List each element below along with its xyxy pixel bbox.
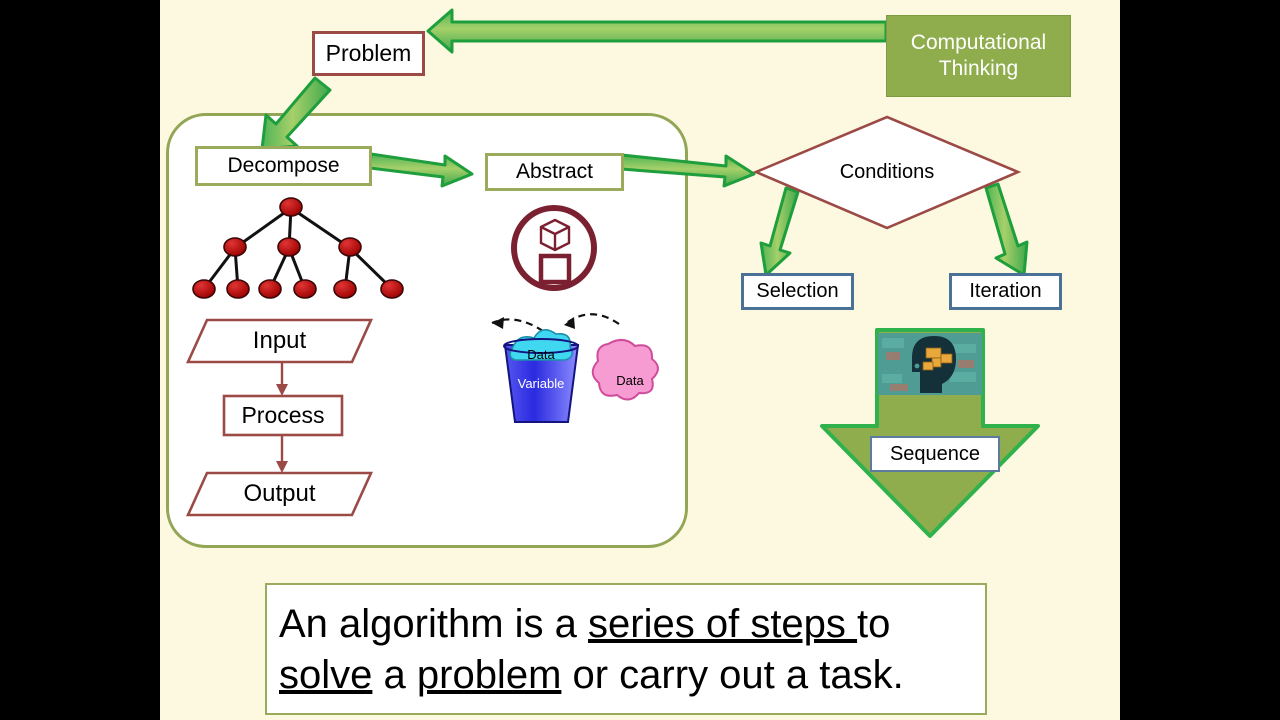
conditions-label: Conditions — [839, 160, 935, 183]
node-iteration[interactable]: Iteration — [949, 273, 1062, 310]
node-abstract[interactable]: Abstract — [485, 153, 624, 191]
sequence-label: Sequence — [889, 442, 981, 465]
node-problem[interactable]: Problem — [312, 31, 425, 76]
flowchart-process-label-wrap[interactable]: Process — [224, 396, 342, 435]
process-label: Process — [241, 402, 325, 428]
input-label: Input — [252, 327, 307, 354]
statement-underline3: problem — [416, 653, 562, 698]
output-label: Output — [243, 480, 316, 507]
sequence-down-arrow — [820, 328, 1040, 538]
iteration-label: Iteration — [969, 280, 1042, 302]
statement-part3: a — [372, 653, 417, 698]
letterbox-right — [1120, 0, 1280, 720]
slide-stage: Data Variable Data Computational Thinkin… — [0, 0, 1280, 720]
arrow-conditions-to-iteration — [984, 182, 1029, 277]
arrow-ct-to-problem — [426, 8, 888, 54]
statement-part1: An algorithm is a — [279, 602, 589, 646]
node-selection[interactable]: Selection — [741, 273, 854, 310]
statement-underline2: solve — [279, 653, 373, 698]
ct-label-line2: Thinking — [938, 57, 1019, 80]
abstract-label: Abstract — [515, 160, 594, 183]
node-sequence[interactable]: Sequence — [870, 436, 1000, 472]
arrow-conditions-to-selection — [759, 186, 800, 277]
statement-underline1: series of steps — [588, 602, 858, 646]
decompose-label: Decompose — [227, 154, 340, 177]
ct-label-line1: Computational — [910, 30, 1047, 54]
statement-part4: or carry out a task. — [561, 653, 904, 698]
conditions-label-wrap[interactable]: Conditions — [756, 158, 1018, 186]
slide-canvas: Data Variable Data Computational Thinkin… — [160, 0, 1120, 720]
letterbox-left — [0, 0, 160, 720]
head-puzzle-thumbnail — [878, 333, 982, 395]
selection-label: Selection — [756, 280, 839, 302]
algorithm-definition-statement: An algorithm is a series of steps to sol… — [265, 583, 987, 715]
node-computational-thinking[interactable]: Computational Thinking — [886, 15, 1071, 97]
problem-label: Problem — [325, 40, 412, 66]
node-decompose[interactable]: Decompose — [195, 146, 372, 186]
flowchart-input-label-wrap[interactable]: Input — [188, 320, 371, 362]
flowchart-output-label-wrap[interactable]: Output — [188, 473, 371, 515]
statement-part2: to — [857, 602, 891, 646]
